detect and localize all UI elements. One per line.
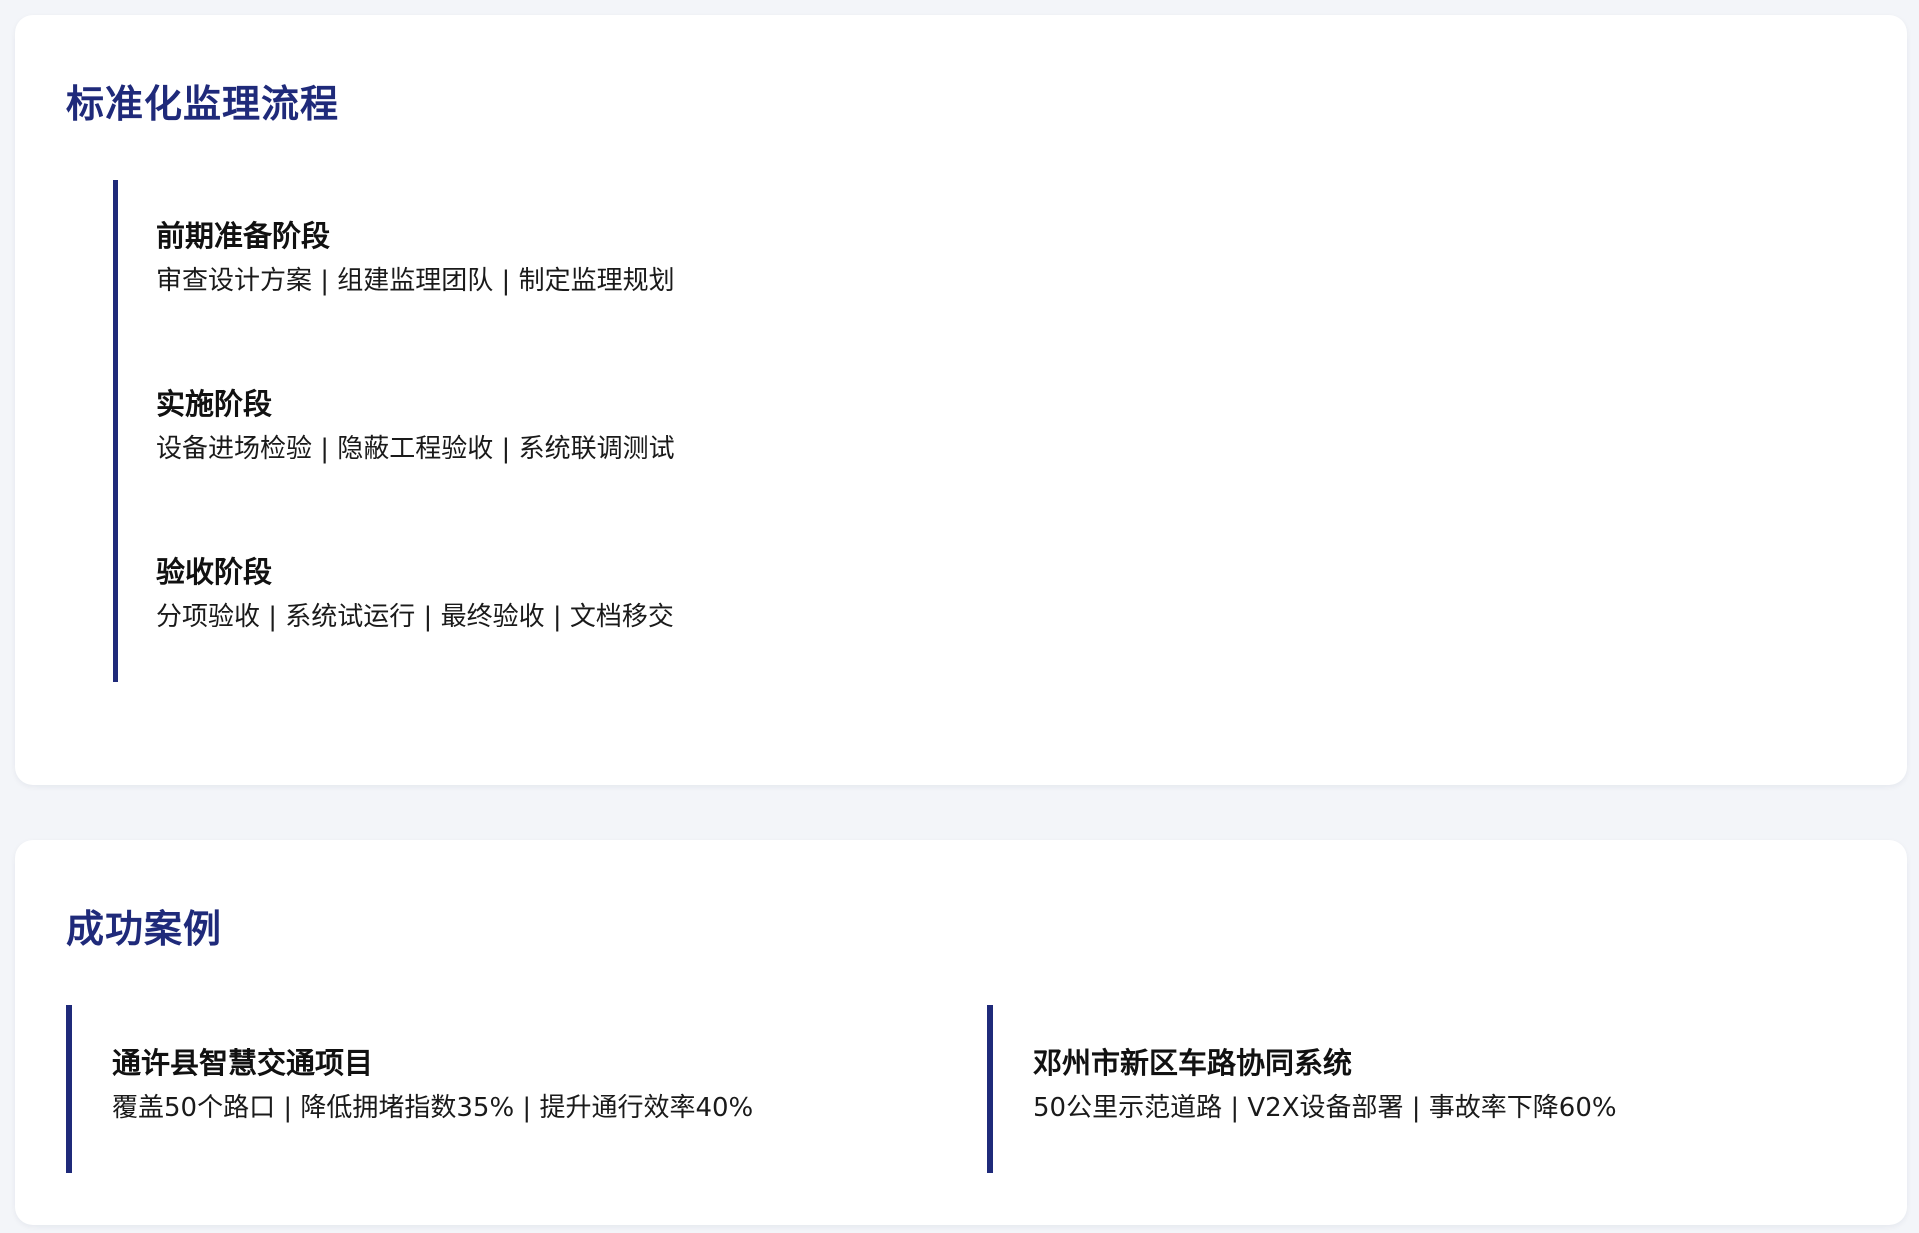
cases-card: 成功案例 通许县智慧交通项目 覆盖50个路口 | 降低拥堵指数35% | 提升通… xyxy=(15,840,1907,1225)
cases-section-title: 成功案例 xyxy=(66,907,223,951)
case-description: 覆盖50个路口 | 降低拥堵指数35% | 提升通行效率40% xyxy=(112,1093,754,1123)
stage-implementation: 实施阶段 设备进场检验 | 隐蔽工程验收 | 系统联调测试 xyxy=(156,386,675,467)
process-section-title: 标准化监理流程 xyxy=(66,82,340,126)
stage-title: 前期准备阶段 xyxy=(156,219,331,253)
case-title: 邓州市新区车路协同系统 xyxy=(1033,1046,1353,1080)
stage-preparation: 前期准备阶段 审查设计方案 | 组建监理团队 | 制定监理规划 xyxy=(156,218,675,299)
stage-description: 分项验收 | 系统试运行 | 最终验收 | 文档移交 xyxy=(156,602,674,632)
case-item-dengzhou: 邓州市新区车路协同系统 50公里示范道路 | V2X设备部署 | 事故率下降60… xyxy=(987,1005,1887,1173)
case-title: 通许县智慧交通项目 xyxy=(112,1046,374,1080)
stage-description: 审查设计方案 | 组建监理团队 | 制定监理规划 xyxy=(156,266,675,296)
case-description: 50公里示范道路 | V2X设备部署 | 事故率下降60% xyxy=(1033,1093,1617,1123)
process-timeline: 前期准备阶段 审查设计方案 | 组建监理团队 | 制定监理规划 实施阶段 设备进… xyxy=(113,180,1013,682)
process-card: 标准化监理流程 前期准备阶段 审查设计方案 | 组建监理团队 | 制定监理规划 … xyxy=(15,15,1907,785)
stage-description: 设备进场检验 | 隐蔽工程验收 | 系统联调测试 xyxy=(156,434,675,464)
stage-title: 验收阶段 xyxy=(156,555,273,589)
stage-title: 实施阶段 xyxy=(156,387,273,421)
stage-acceptance: 验收阶段 分项验收 | 系统试运行 | 最终验收 | 文档移交 xyxy=(156,554,674,635)
case-item-tongxu: 通许县智慧交通项目 覆盖50个路口 | 降低拥堵指数35% | 提升通行效率40… xyxy=(66,1005,966,1173)
